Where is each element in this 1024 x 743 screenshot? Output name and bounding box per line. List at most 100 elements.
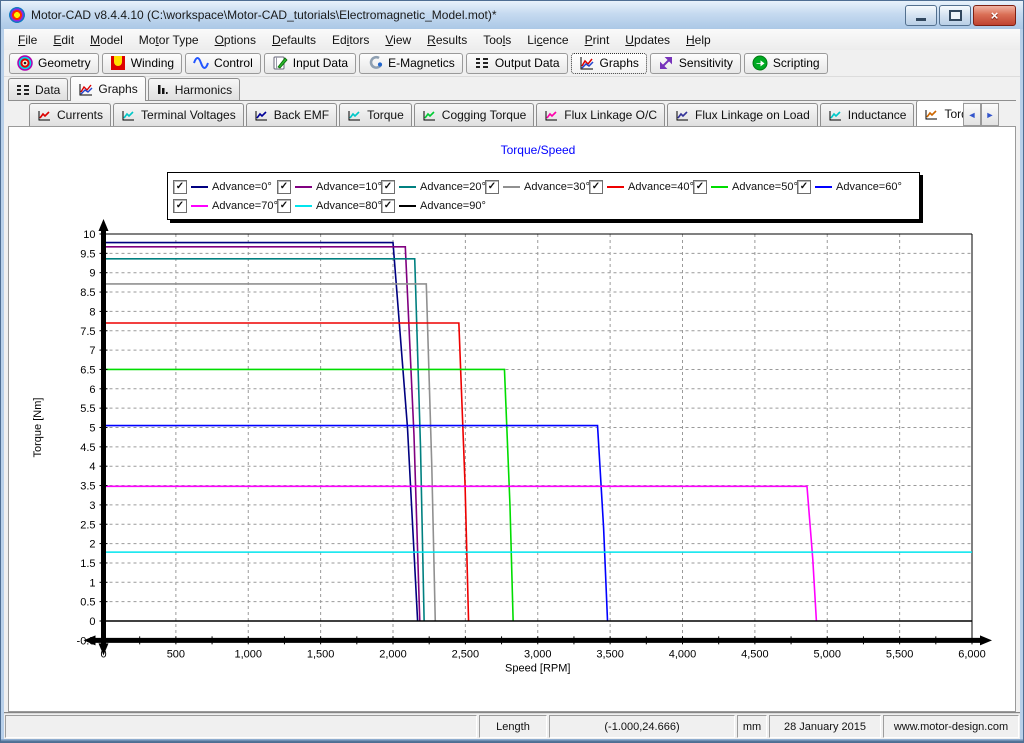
input-data-button[interactable]: Input Data [264,53,356,74]
inductance-tab-icon [828,109,843,122]
svg-text:2.5: 2.5 [80,519,95,531]
svg-text:3.5: 3.5 [80,481,95,493]
legend-label: Advance=70° [212,200,278,212]
menu-edit[interactable]: Edit [45,30,82,50]
svg-text:0: 0 [89,616,95,628]
close-button[interactable]: × [973,5,1016,26]
svg-text:2,500: 2,500 [452,648,480,660]
svg-text:6: 6 [89,384,95,396]
graph-tab-strip: Currents Terminal Voltages Back EMF Torq… [29,100,963,126]
menu-view[interactable]: View [377,30,419,50]
menu-tools[interactable]: Tools [475,30,519,50]
legend-color-swatch [711,186,728,188]
menu-licence[interactable]: Licence [519,30,576,50]
legend-checkbox[interactable]: ✓ [485,180,499,194]
legend-color-swatch [399,186,416,188]
svg-text:6.5: 6.5 [80,364,95,376]
tab-graphs[interactable]: Graphs [70,76,145,101]
svg-text:5,000: 5,000 [813,648,841,660]
legend-item: ✓Advance=0° [173,180,277,194]
tab-torque[interactable]: Torque [339,103,412,126]
legend-checkbox[interactable]: ✓ [173,180,187,194]
menu-options[interactable]: Options [207,30,264,50]
minimize-icon [916,18,926,21]
legend-item: ✓ Advance=60° [797,180,901,194]
tab-flux-linkage-oc[interactable]: Flux Linkage O/C [536,103,665,126]
control-button[interactable]: Control [185,53,261,74]
minimize-button[interactable] [905,5,937,26]
legend-label: Advance=50° [732,181,798,193]
tab-flux-linkage-on-load[interactable]: Flux Linkage on Load [667,103,818,126]
menubar: File Edit Model Motor Type Options Defau… [4,29,1020,50]
tab-scroll-left-button[interactable]: ◄ [963,103,981,126]
legend-checkbox[interactable]: ✓ [797,180,811,194]
legend-checkbox[interactable]: ✓ [381,180,395,194]
tab-back-emf[interactable]: Back EMF [246,103,337,126]
menu-motor-type[interactable]: Motor Type [131,30,207,50]
titlebar: Motor-CAD v8.4.4.10 (C:\workspace\Motor-… [1,1,1023,29]
menu-print[interactable]: Print [577,30,618,50]
torque-speed-tab-icon [924,108,939,121]
winding-button[interactable]: Winding [102,53,182,74]
tab-harmonics[interactable]: Harmonics [148,78,240,100]
menu-defaults[interactable]: Defaults [264,30,324,50]
window-bottom-border [0,739,1024,743]
svg-text:Speed [RPM]: Speed [RPM] [505,662,570,674]
legend-item: ✓ Advance=80° [277,199,381,213]
tab-scroll-buttons: ◄ ► [963,103,999,126]
tab-currents[interactable]: Currents [29,103,111,126]
graphs-tab-icon [78,83,93,96]
status-message-cell [5,715,477,738]
legend-checkbox[interactable]: ✓ [693,180,707,194]
status-website-cell[interactable]: www.motor-design.com [883,715,1019,738]
terminal-voltages-tab-icon [121,109,136,122]
tab-cogging-torque[interactable]: Cogging Torque [414,103,535,126]
svg-text:500: 500 [167,648,185,660]
svg-text:1,000: 1,000 [234,648,262,660]
svg-text:4: 4 [89,461,95,473]
winding-icon [110,55,126,71]
tab-terminal-voltages[interactable]: Terminal Voltages [113,103,244,126]
restore-button[interactable] [939,5,971,26]
geometry-button[interactable]: Geometry [9,53,99,74]
tab-inductance[interactable]: Inductance [820,103,915,126]
svg-text:0.5: 0.5 [80,597,95,609]
output-data-button[interactable]: Output Data [466,53,568,74]
svg-text:9.5: 9.5 [80,248,95,260]
tab-torque-speed[interactable]: Torque/Speed [916,100,963,126]
svg-text:0: 0 [100,648,106,660]
cogging-torque-tab-icon [422,109,437,122]
restore-icon [949,10,962,21]
tab-scroll-right-button[interactable]: ► [981,103,999,126]
legend-item: ✓Advance=10° [277,180,381,194]
menu-editors[interactable]: Editors [324,30,377,50]
geometry-icon [17,55,33,71]
status-units-cell: mm [737,715,767,738]
svg-text:8: 8 [89,306,95,318]
menu-help[interactable]: Help [678,30,719,50]
menu-model[interactable]: Model [82,30,131,50]
tab-data[interactable]: Data [8,78,68,100]
legend-label: Advance=40° [628,181,694,193]
close-icon: × [991,9,999,22]
sensitivity-icon [658,55,674,71]
flux-linkage-on-load-tab-icon [675,109,690,122]
legend-checkbox[interactable]: ✓ [173,199,187,213]
scripting-button[interactable]: Scripting [744,53,828,74]
menu-file[interactable]: File [10,30,45,50]
sensitivity-button[interactable]: Sensitivity [650,53,741,74]
svg-text:3,000: 3,000 [524,648,552,660]
menu-results[interactable]: Results [419,30,475,50]
legend-label: Advance=60° [836,181,902,193]
menu-updates[interactable]: Updates [617,30,678,50]
legend-checkbox[interactable]: ✓ [381,199,395,213]
scroll-right-icon: ► [986,110,995,120]
svg-text:1: 1 [89,577,95,589]
legend-checkbox[interactable]: ✓ [277,180,291,194]
graphs-button[interactable]: Graphs [571,53,647,74]
legend-checkbox[interactable]: ✓ [277,199,291,213]
e-magnetics-button[interactable]: E-Magnetics [359,53,463,74]
output-data-icon [474,55,490,71]
legend-checkbox[interactable]: ✓ [589,180,603,194]
legend-label: Advance=80° [316,200,382,212]
